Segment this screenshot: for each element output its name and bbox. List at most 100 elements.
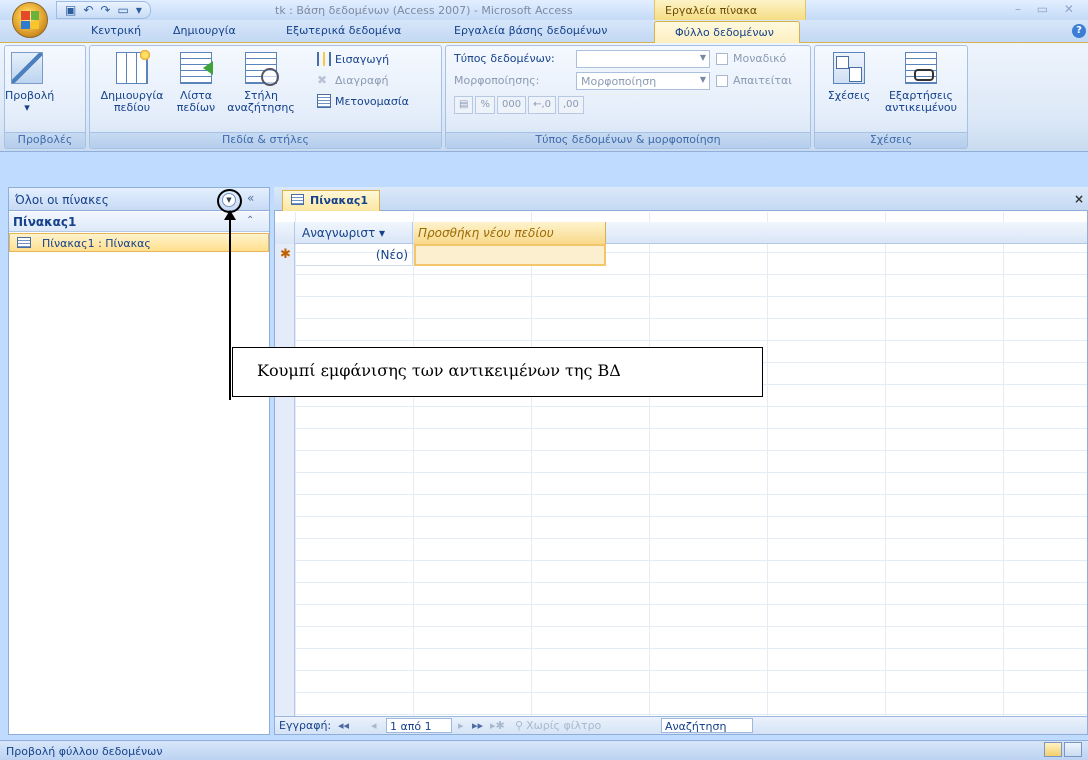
group-views-label: Προβολές [5,132,85,148]
window-controls[interactable]: – ▭ ✕ [1015,2,1080,16]
new-field-label-2: πεδίου [113,101,151,114]
group-fields-columns: Δημιουργία πεδίου Λίστα πεδίων Στήλη ανα… [89,45,442,149]
insert-column-icon [317,52,331,66]
object-dependencies-icon [905,52,937,84]
required-label: Απαιτείται [733,74,793,87]
decrease-decimals-button[interactable]: ,00 [557,96,584,114]
number-format-buttons: ▤ % 000 ←,0 ,00 [454,96,584,114]
document-tab-strip [274,187,1088,211]
customize-qat-icon[interactable]: ▾ [136,3,142,17]
datasheet-grid[interactable] [275,212,1087,716]
filter-status-button[interactable]: ⚲ Χωρίς φίλτρο [515,719,601,732]
record-label: Εγγραφή: [279,719,332,732]
cell-id-new[interactable]: (Νέο) [296,244,413,266]
unique-checkbox-box [716,52,728,65]
office-button[interactable] [12,2,48,38]
status-bar: Προβολή φύλλου δεδομένων [0,740,1088,760]
tab-datasheet[interactable]: Φύλλο δεδομένων [654,21,800,43]
record-navigation-bar: Εγγραφή: ◂◂ ◂ 1 από 1 ▸ ▸▸ ▸✱ ⚲ Χωρίς φί… [275,716,1087,734]
view-icon [11,52,43,84]
tab-create[interactable]: Δημιουργία [173,24,236,37]
rename-column-button[interactable]: Μετονομασία [317,94,409,108]
format-label: Μορφοποίησης: [454,74,540,87]
nav-pane-shutter-button[interactable]: « [247,191,254,205]
tab-external-data[interactable]: Εξωτερικά δεδομένα [286,24,401,37]
office-logo-icon [21,11,39,29]
group-relationships-label: Σχέσεις [815,132,967,148]
annotation-callout: Κουμπί εμφάνισης των αντικειμένων της ΒΔ [232,347,763,397]
required-checkbox-box [716,74,728,87]
search-input[interactable]: Αναζήτηση [661,718,753,733]
currency-format-icon[interactable]: ▤ [454,96,474,114]
object-dependencies-button[interactable]: Εξαρτήσεις αντικειμένου [877,52,965,114]
chevron-down-icon: ▼ [699,53,706,62]
window-title: tk : Βάση δεδομένων (Access 2007) - Micr… [275,4,573,17]
object-dependencies-label-2: αντικειμένου [884,101,958,114]
access-window: ▣ ↶ ↷ ▭ ▾ tk : Βάση δεδομένων (Access 20… [0,0,1088,760]
format-value: Μορφοποίηση [581,75,657,88]
tab-home[interactable]: Κεντρική [91,24,141,37]
undo-icon[interactable]: ↶ [83,3,93,17]
redo-icon[interactable]: ↷ [100,3,110,17]
tab-database-tools[interactable]: Εργαλεία βάσης δεδομένων [454,24,607,37]
next-record-button[interactable]: ▸ [458,719,464,732]
group-datatype-label: Τύπος δεδομένων & μορφοποίηση [446,132,810,148]
rename-column-icon [317,94,331,108]
filter-status-label: Χωρίς φίλτρο [526,719,602,732]
delete-column-button[interactable]: ✖ Διαγραφή [317,73,388,87]
nav-group-collapse-icon[interactable]: ⌃ [246,215,254,226]
lookup-column-button[interactable]: Στήλη αναζήτησης [223,52,299,114]
design-view-icon[interactable] [1064,742,1082,757]
insert-column-label: Εισαγωγή [335,52,390,66]
ribbon-tab-row: Κεντρική Δημιουργία Εξωτερικά δεδομένα Ε… [0,20,1088,42]
help-icon[interactable]: ? [1072,24,1086,38]
format-combo[interactable]: Μορφοποίηση ▼ [576,72,710,90]
datatype-combo[interactable]: ▼ [576,50,710,68]
cell-add-new-field[interactable] [414,244,606,266]
required-checkbox[interactable]: Απαιτείται [716,74,792,87]
status-text: Προβολή φύλλου δεδομένων [6,745,163,758]
delete-column-label: Διαγραφή [335,73,389,87]
filter-icon: ⚲ [515,719,524,732]
last-record-button[interactable]: ▸▸ [472,719,483,732]
datasheet-view-icon[interactable] [1044,742,1062,757]
select-all-corner[interactable] [275,222,295,244]
table-icon [17,237,31,248]
relationships-label: Σχέσεις [827,89,871,102]
save-icon[interactable]: ▣ [65,3,76,17]
relationships-button[interactable]: Σχέσεις [819,52,879,102]
new-field-button[interactable]: Δημιουργία πεδίου [94,49,170,114]
column-header-add-new-field[interactable]: Προσθήκη νέου πεδίου [414,222,606,244]
table-icon [291,194,304,205]
quick-access-toolbar: ▣ ↶ ↷ ▭ ▾ [56,1,151,19]
group-fields-label: Πεδία & στήλες [90,132,441,148]
lookup-column-label-2: αναζήτησης [227,101,295,114]
previous-record-button[interactable]: ◂ [371,719,377,732]
open-folder-icon[interactable]: ▭ [117,3,128,17]
new-record-button[interactable]: ▸✱ [490,719,505,732]
percent-format-button[interactable]: % [475,96,495,114]
field-list-button[interactable]: Λίστα πεδίων [172,52,220,114]
column-header-id[interactable]: Αναγνωριστ ▾ [296,222,413,244]
datatype-label: Τύπος δεδομένων: [454,52,555,65]
record-position-input[interactable]: 1 από 1 [386,718,452,733]
insert-column-button[interactable]: Εισαγωγή [317,52,389,66]
chevron-down-icon: ▼ [699,75,706,84]
record-selector-column[interactable] [275,244,295,716]
increase-decimals-button[interactable]: ←,0 [528,96,556,114]
view-button[interactable]: Προβολή ▾ [5,52,54,114]
first-record-button[interactable]: ◂◂ [338,719,349,732]
lookup-column-icon [245,52,279,86]
delete-column-icon: ✖ [317,73,328,87]
group-datatype-formatting: Τύπος δεδομένων: ▼ Μορφοποίησης: Μορφοπο… [445,45,811,149]
field-list-icon [180,52,212,84]
thousands-format-button[interactable]: 000 [496,96,527,114]
new-record-marker-icon: ✱ [280,247,291,262]
group-views: Προβολή ▾ Προβολές [4,45,86,149]
relationships-icon [833,52,865,84]
unique-checkbox[interactable]: Μοναδικό [716,52,786,65]
ribbon: Προβολή ▾ Προβολές Δημιουργία πεδίου Λίσ… [0,42,1088,152]
close-document-button[interactable]: × [1074,192,1084,206]
group-relationships: Σχέσεις Εξαρτήσεις αντικειμένου Σχέσεις [814,45,968,149]
unique-label: Μοναδικό [733,52,787,65]
